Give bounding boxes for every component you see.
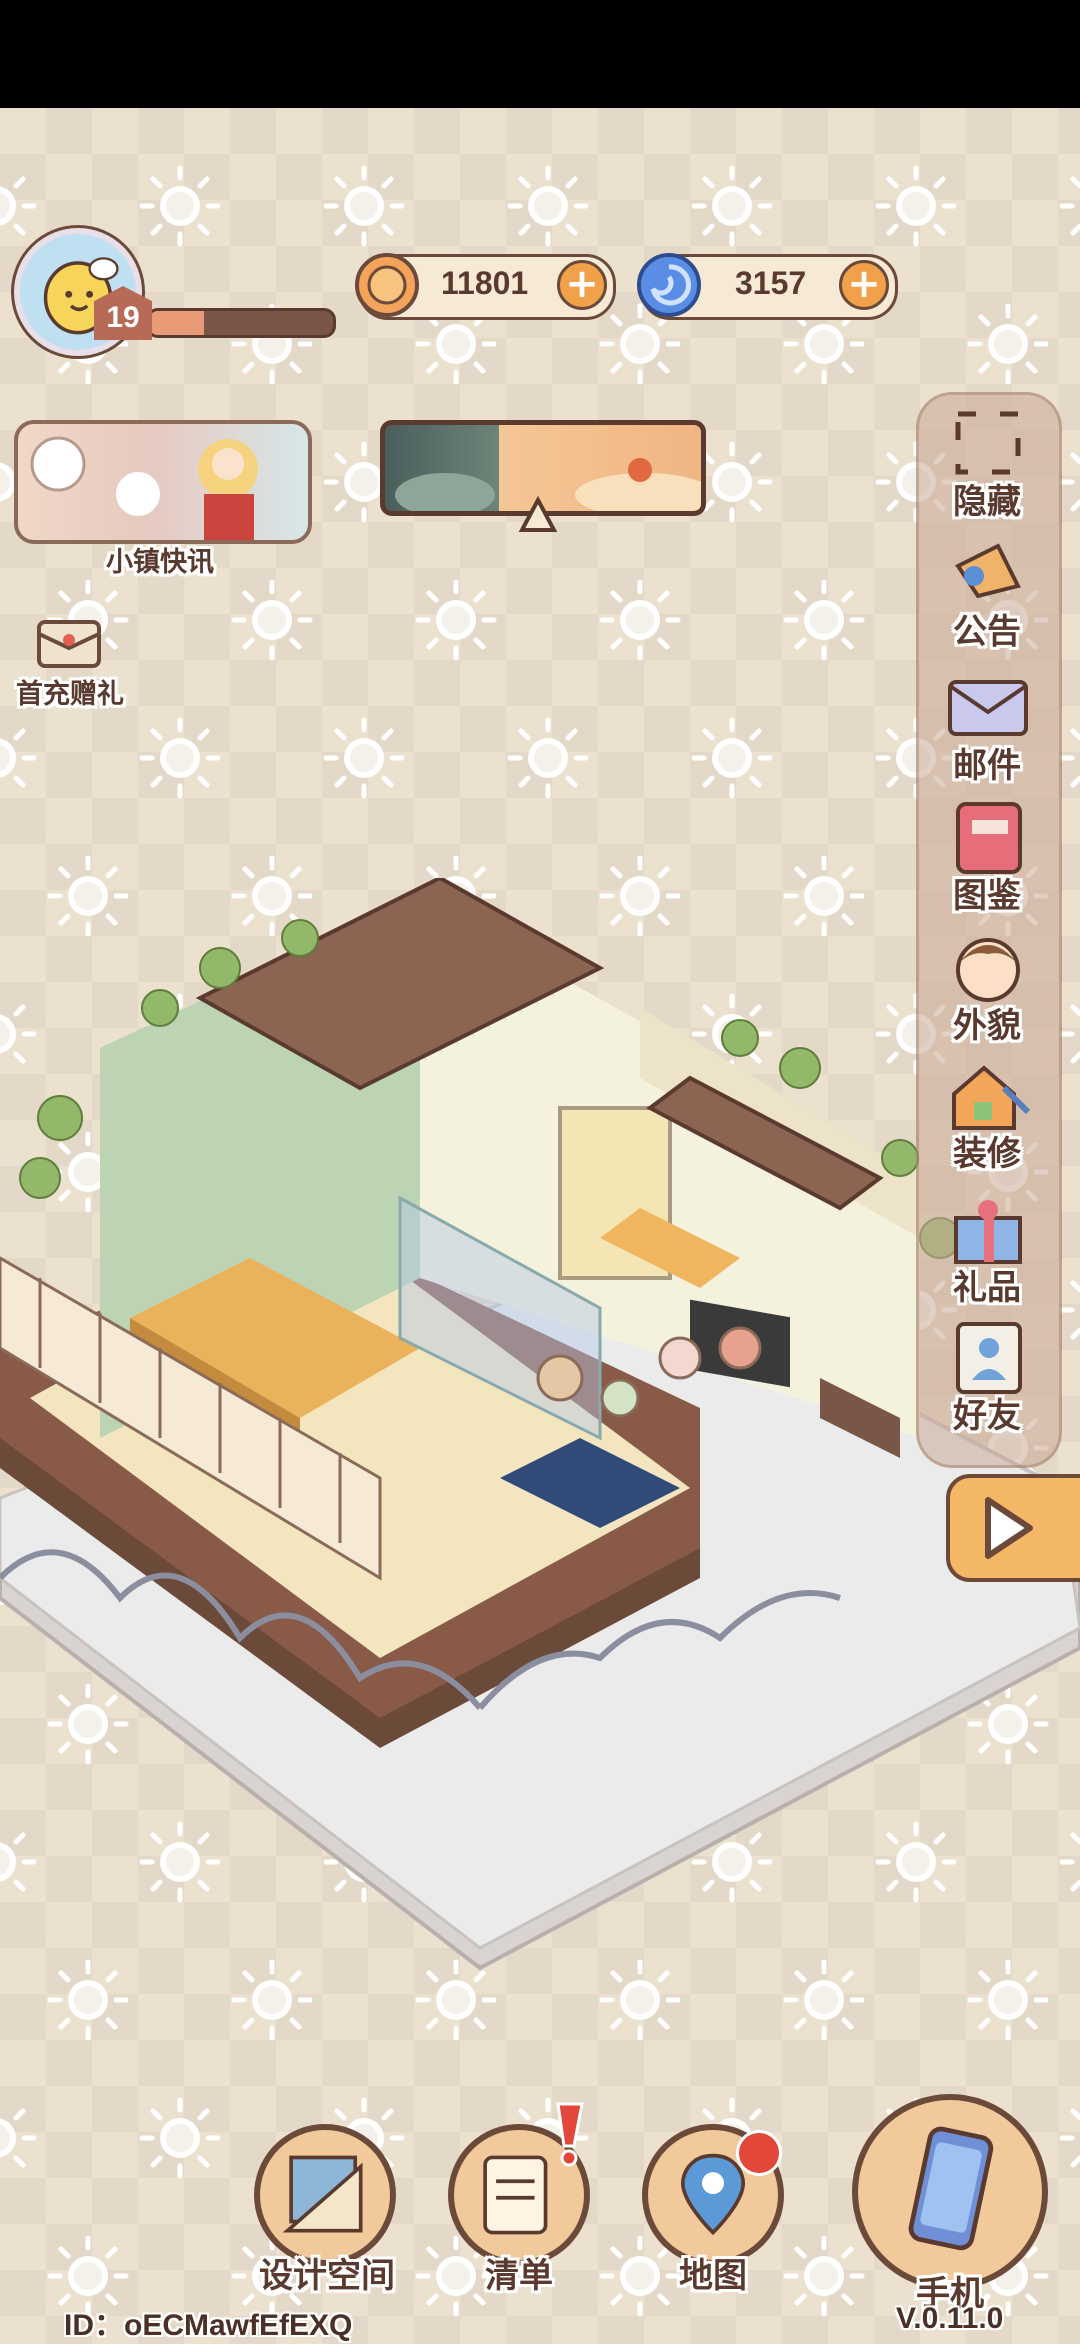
coin-icon (355, 253, 419, 317)
add-gems-button[interactable]: + (839, 260, 889, 310)
sun-decoration-icon (138, 2096, 222, 2180)
sun-decoration-icon (138, 164, 222, 248)
face-icon (956, 938, 1020, 1002)
sun-decoration-icon (322, 716, 406, 800)
sun-decoration-icon (874, 164, 958, 248)
book-icon (956, 802, 1022, 874)
sun-decoration-icon (782, 578, 866, 662)
first-recharge-label: 首充赠礼 (16, 679, 124, 710)
side-menu-item[interactable]: 好友 (924, 1318, 1050, 1440)
alert-exclamation-icon (556, 2102, 584, 2167)
gem-value: 3157 (735, 265, 807, 301)
sun-decoration-icon (782, 2234, 866, 2318)
time-pointer-icon (518, 496, 558, 532)
side-menu-item[interactable]: 外貌 (924, 928, 1050, 1050)
player-id: ID：oECMawfEfEXQ (64, 2309, 353, 2342)
add-coins-button[interactable]: + (557, 260, 607, 310)
sun-decoration-icon (598, 578, 682, 662)
sun-decoration-icon (1058, 2096, 1080, 2180)
sun-decoration-icon (966, 302, 1050, 386)
town-news-label: 小镇快讯 (106, 547, 214, 578)
checklist-label: 清单 (485, 2256, 553, 2296)
news-illustration (30, 436, 258, 540)
envelope-gift-icon[interactable] (36, 614, 102, 670)
side-menu-label: 公告 (953, 612, 1021, 652)
sun-decoration-icon (138, 716, 222, 800)
sun-decoration-icon (506, 164, 590, 248)
side-menu-item[interactable]: 公告 (924, 534, 1050, 656)
side-menu-label: 隐藏 (953, 482, 1021, 522)
sun-decoration-icon (230, 578, 314, 662)
side-menu-item[interactable]: 装修 (924, 1056, 1050, 1178)
side-menu-label: 礼品 (953, 1268, 1021, 1308)
gem-counter[interactable]: 3157 + (637, 253, 898, 320)
map-notification-dot (736, 2130, 782, 2176)
sun-decoration-icon (0, 716, 38, 800)
side-menu-item[interactable]: 邮件 (924, 668, 1050, 790)
sun-decoration-icon (414, 578, 498, 662)
xp-bar (146, 308, 336, 338)
ruler-blueprint-icon (282, 2155, 363, 2233)
sun-decoration-icon (1058, 164, 1080, 248)
design-space-label: 设计空间 (259, 2256, 395, 2296)
town-news-banner[interactable] (14, 420, 312, 544)
side-menu-label: 图鉴 (953, 876, 1021, 916)
game-screen: 19 11801 + 3157 + 小镇快讯 首充赠礼 隐藏 公告 邮件 图鉴 … (0, 108, 1080, 2344)
gift-icon (954, 1200, 1022, 1264)
friends-icon (956, 1322, 1022, 1394)
coin-counter[interactable]: 11801 + (355, 253, 616, 320)
hide-frame-icon (955, 411, 1021, 475)
side-menu-item[interactable]: 礼品 (924, 1190, 1050, 1312)
sun-decoration-icon (506, 716, 590, 800)
sun-decoration-icon (690, 716, 774, 800)
coin-value: 11801 (441, 265, 529, 301)
next-arrow-button[interactable] (946, 1474, 1080, 1582)
mail-icon (948, 680, 1028, 736)
play-arrow-icon (985, 1497, 1033, 1559)
side-menu-label: 邮件 (953, 746, 1021, 786)
map-label: 地图 (679, 2256, 747, 2296)
sun-decoration-icon (322, 164, 406, 248)
house-wrench-icon (952, 1065, 1031, 1130)
side-menu-label: 好友 (953, 1396, 1021, 1436)
game-version: V.0.11.0 (896, 2302, 1004, 2335)
side-menu-label: 外貌 (953, 1006, 1021, 1046)
side-menu-label: 装修 (953, 1134, 1021, 1174)
design-space-button[interactable] (254, 2124, 396, 2266)
megaphone-icon (955, 543, 1021, 599)
sun-decoration-icon (690, 164, 774, 248)
phone-button[interactable] (852, 2094, 1048, 2290)
side-menu-item[interactable]: 隐藏 (924, 404, 1050, 526)
swirl-gem-icon (637, 253, 701, 317)
phone-icon (908, 2126, 994, 2251)
sun-decoration-icon (0, 2096, 38, 2180)
side-menu-item[interactable]: 图鉴 (924, 798, 1050, 920)
